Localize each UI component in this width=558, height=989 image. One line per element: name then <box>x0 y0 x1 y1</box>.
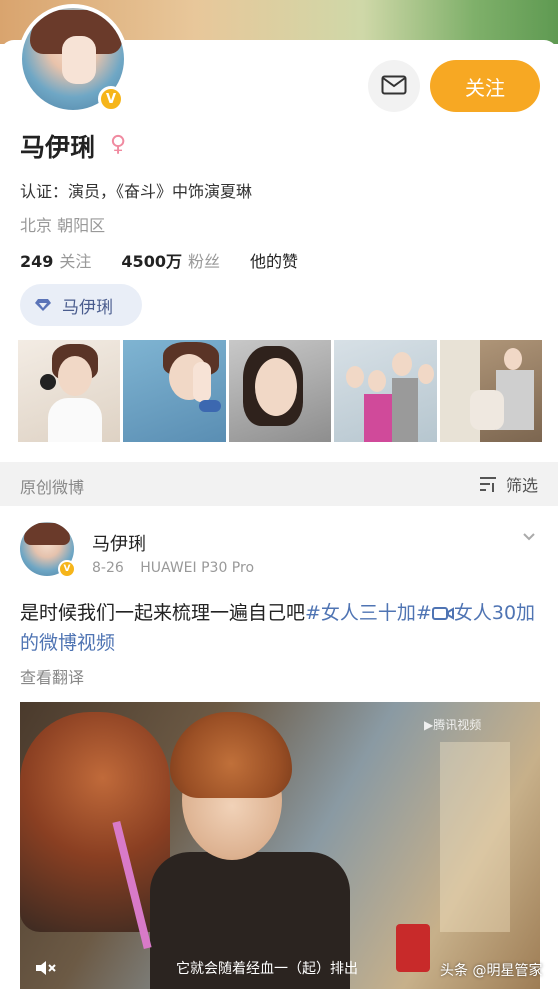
post-text-plain: 是时候我们一起来梳理一遍自己吧 <box>20 602 306 624</box>
photo-thumbnail[interactable] <box>439 340 543 442</box>
post-meta: 8-26 HUAWEI P30 Pro <box>92 560 266 576</box>
post-text: 是时候我们一起来梳理一遍自己吧#女人三十加# 女人30加的微博视频 <box>20 598 540 658</box>
verified-badge-icon: V <box>98 86 124 112</box>
follow-button[interactable]: 关注 <box>430 60 540 112</box>
followers-label[interactable]: 粉丝 <box>188 248 220 272</box>
profile-stats: 249 关注 4500万 粉丝 他的赞 <box>20 248 298 272</box>
watermark: 头条 @明星管家 <box>440 963 543 979</box>
verification-text: 认证：演员，《奋斗》中饰演夏琳 <box>20 182 253 201</box>
video-background-light <box>440 742 510 932</box>
profile-name: 马伊琍 <box>20 133 96 162</box>
chevron-down-icon[interactable] <box>522 530 536 544</box>
post-date: 8-26 <box>92 560 124 576</box>
post-author-name[interactable]: 马伊琍 <box>92 530 146 556</box>
following-label[interactable]: 关注 <box>59 248 91 272</box>
photo-thumbnail[interactable] <box>334 340 437 442</box>
followers-count[interactable]: 4500万 <box>121 248 182 272</box>
post-device: HUAWEI P30 Pro <box>140 560 255 576</box>
location-text: 北京 朝阳区 <box>20 216 106 235</box>
filter-icon <box>479 477 496 492</box>
photo-thumbnail[interactable] <box>228 340 332 442</box>
likes-label[interactable]: 他的赞 <box>250 248 298 272</box>
filter-label: 筛选 <box>505 476 538 495</box>
female-symbol-icon: ♀ <box>110 132 127 157</box>
hashtag-link[interactable]: #女人三十加# <box>305 602 432 624</box>
avatar-hair <box>24 523 70 545</box>
following-count[interactable]: 249 <box>20 252 53 271</box>
translate-link[interactable]: 查看翻译 <box>20 664 84 688</box>
super-topic-label: 马伊琍 <box>62 297 113 318</box>
feed-section-title[interactable]: 原创微博 <box>20 474 84 498</box>
post-verified-badge-icon: V <box>58 560 76 578</box>
message-button[interactable] <box>368 60 420 112</box>
photo-thumbnail[interactable] <box>123 340 226 442</box>
video-subtitle: 它就会随着经血一（起）排出 <box>176 961 358 977</box>
mute-icon[interactable] <box>34 958 58 978</box>
super-topic-chip[interactable]: 马伊琍 <box>20 284 142 326</box>
photo-thumbnail[interactable] <box>18 340 121 442</box>
video-logo: ▶腾讯视频 <box>424 718 482 732</box>
avatar-hand <box>62 36 96 84</box>
video-soda-can <box>396 924 430 972</box>
video-person-left <box>20 712 170 932</box>
photo-strip <box>18 340 543 442</box>
video-player[interactable]: ▶腾讯视频 它就会随着经血一（起）排出 <box>20 702 540 989</box>
video-person-hair <box>170 712 292 798</box>
filter-button[interactable]: 筛选 <box>478 472 538 496</box>
diamond-icon <box>35 299 51 311</box>
message-icon <box>381 75 407 95</box>
video-camera-icon <box>431 607 454 620</box>
